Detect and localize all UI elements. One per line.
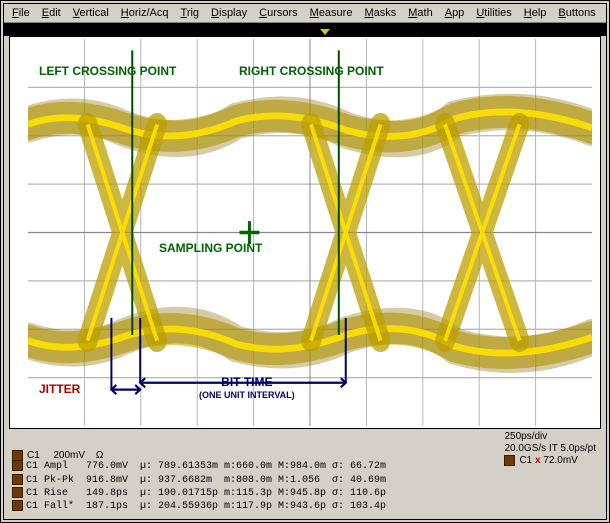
meas-swatch-icon — [12, 487, 23, 498]
trigger-x-icon: x — [535, 455, 541, 466]
measurement-table: C1 Ampl 776.0mV µ: 789.61353m m:660.0m M… — [12, 460, 386, 513]
menu-utilities[interactable]: Utilities — [472, 6, 515, 20]
menu-edit[interactable]: Edit — [38, 6, 65, 20]
menu-buttons[interactable]: Buttons — [554, 6, 599, 20]
menu-help[interactable]: Help — [520, 6, 551, 20]
volts-per-div: 200mV — [53, 450, 85, 461]
plot-area: LEFT CROSSING POINT RIGHT CROSSING POINT… — [9, 36, 601, 429]
measurement-row-pkpk: C1 Pk-Pk 916.8mV µ: 937.6682m m:808.0m M… — [12, 474, 386, 487]
menu-file[interactable]: File — [8, 6, 34, 20]
meas-swatch-icon — [12, 474, 23, 485]
timebase: 250ps/div — [504, 431, 596, 443]
menu-math[interactable]: Math — [404, 6, 436, 20]
waveform-display[interactable] — [9, 36, 601, 429]
menu-measure[interactable]: Measure — [306, 6, 357, 20]
channel-swatch-icon — [12, 450, 23, 461]
trigger-level: 72.0mV — [543, 455, 577, 466]
meas-swatch-icon — [12, 500, 23, 511]
sample-rate: 20.0GS/s IT 5.0ps/pt — [504, 443, 596, 455]
menu-vertical[interactable]: Vertical — [69, 6, 113, 20]
measurement-row-rise: C1 Rise 149.8ps µ: 190.01715p m:115.3p M… — [12, 487, 386, 500]
menu-trig[interactable]: Trig — [177, 6, 204, 20]
ohm-icon: Ω — [96, 450, 103, 461]
oscilloscope-window: File Edit Vertical Horiz/Acq TrigDisplay Curs… — [0, 0, 610, 523]
measurement-row-ampl: C1 Ampl 776.0mV µ: 789.61353m m:660.0m M… — [12, 460, 386, 473]
channel-id: C1 — [27, 450, 40, 461]
top-black-band — [4, 23, 606, 36]
menu-cursors[interactable]: Cursors — [255, 6, 302, 20]
measurement-row-fall: C1 Fall* 187.1ps µ: 204.55936p m:117.9p … — [12, 500, 386, 513]
eye-diagram-svg — [28, 39, 592, 426]
trigger-channel: C1 — [519, 455, 532, 466]
menu-masks[interactable]: Masks — [360, 6, 400, 20]
trigger-swatch-icon — [504, 455, 515, 466]
menu-bar: File Edit Vertical Horiz/Acq TrigDisplay Curs… — [4, 4, 606, 23]
acquisition-readout: 250ps/div 20.0GS/s IT 5.0ps/pt C1 x 72.0… — [504, 431, 596, 467]
trigger-indicator-icon — [320, 29, 330, 35]
menu-app[interactable]: App — [441, 6, 469, 20]
channel-readout: C1 200mV Ω — [12, 450, 103, 461]
meas-swatch-icon — [12, 460, 23, 471]
menu-horizacq[interactable]: Horiz/Acq — [117, 6, 173, 20]
trigger-readout: C1 x 72.0mV — [504, 455, 596, 467]
menu-display[interactable]: Display — [207, 6, 251, 20]
